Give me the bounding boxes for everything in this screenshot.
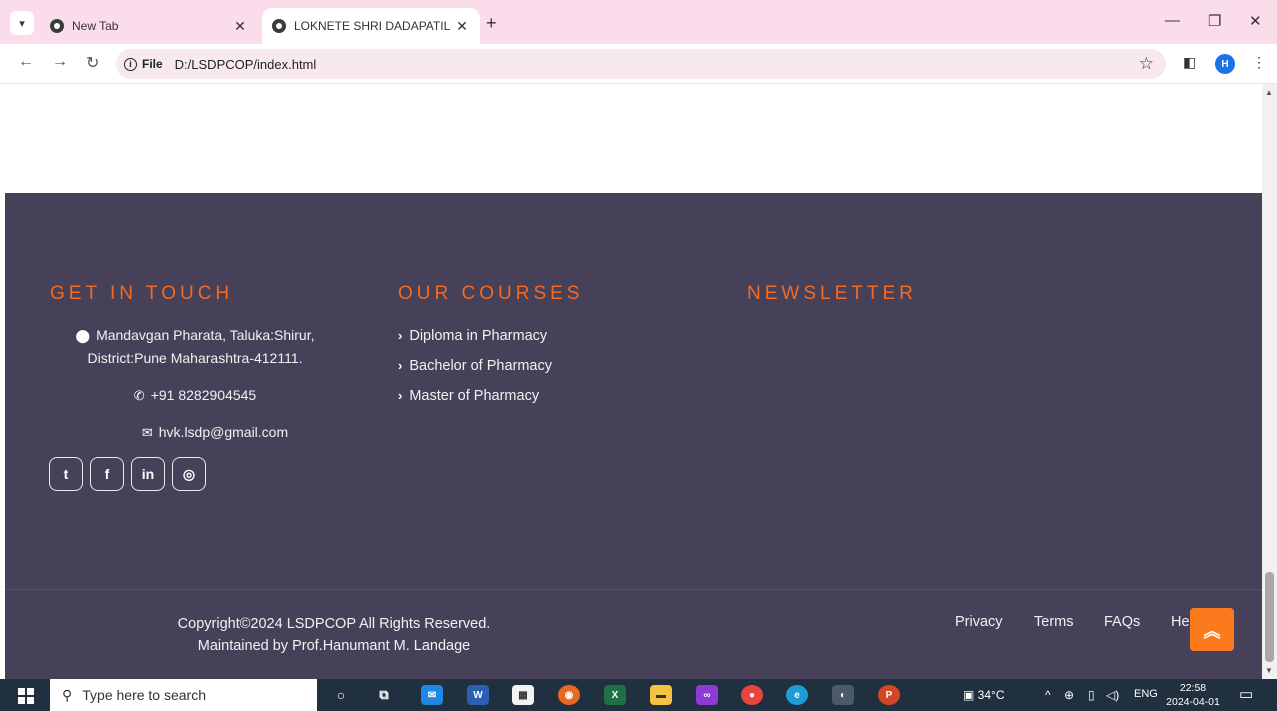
- temperature-text: 34°C: [977, 688, 1005, 702]
- maintainer-text: Maintained by Prof.Hanumant M. Landage: [197, 638, 471, 654]
- reload-icon[interactable]: ↻: [86, 53, 99, 73]
- language-indicator[interactable]: ENG: [1134, 688, 1158, 700]
- tab-lsdpcop[interactable]: LOKNETE SHRI DADAPATIL PHA ✕: [262, 8, 480, 44]
- battery-icon[interactable]: ▯: [1088, 688, 1095, 702]
- notification-icon[interactable]: ▭: [1239, 685, 1253, 703]
- copyright-block: Copyright©2024 LSDPCOP All Rights Reserv…: [125, 613, 543, 657]
- back-arrow-icon[interactable]: ←: [18, 53, 34, 71]
- phone-text: +91 8282904545: [150, 387, 257, 403]
- footer-link-privacy[interactable]: Privacy: [955, 614, 1003, 630]
- scroll-up-arrow-icon[interactable]: ▲: [1265, 88, 1273, 97]
- course-link-master[interactable]: › Master of Pharmacy: [398, 388, 539, 404]
- instagram-icon[interactable]: ◎: [172, 457, 206, 491]
- footer-link-faqs[interactable]: FAQs: [1104, 614, 1140, 630]
- scroll-down-arrow-icon[interactable]: ▼: [1265, 666, 1273, 675]
- word-icon[interactable]: W: [467, 685, 489, 705]
- phone-line: ✆ +91 8282904545: [45, 387, 345, 404]
- page-scrollbar[interactable]: ▲ ▼: [1262, 84, 1277, 679]
- facebook-icon[interactable]: f: [90, 457, 124, 491]
- weather-widget[interactable]: ▣ 34°C: [963, 688, 1004, 702]
- address-bar[interactable]: i File D:/LSDPCOP/index.html ☆: [116, 49, 1166, 79]
- globe-icon: [272, 19, 286, 33]
- close-icon[interactable]: ✕: [230, 18, 250, 35]
- course-link-diploma[interactable]: › Diploma in Pharmacy: [398, 328, 547, 344]
- new-tab-plus-icon[interactable]: +: [486, 13, 497, 34]
- tab-search-chevron-icon[interactable]: ▾: [10, 11, 34, 35]
- footer-link-help[interactable]: He: [1171, 614, 1190, 630]
- email-line: ✉ hvk.lsdp@gmail.com: [65, 424, 365, 441]
- chrome-taskbar-icon[interactable]: ●: [741, 685, 763, 705]
- app-icon[interactable]: ∞: [696, 685, 718, 705]
- address-line-2: District:Pune Maharashtra-412111.: [87, 350, 303, 366]
- edge-icon[interactable]: e: [786, 685, 808, 705]
- minimize-icon[interactable]: —: [1165, 12, 1180, 29]
- file-explorer-icon[interactable]: ▬: [650, 685, 672, 705]
- file-chip-label: File: [142, 57, 163, 71]
- course-label: Diploma in Pharmacy: [409, 328, 548, 344]
- linkedin-icon[interactable]: in: [131, 457, 165, 491]
- scrollbar-thumb[interactable]: [1265, 572, 1274, 662]
- map-marker-icon: ⬤: [75, 328, 91, 343]
- windows-taskbar: ⚲ Type here to search ○ ⧉ ✉ W ▦ ◉ X ▬ ∞ …: [0, 679, 1277, 711]
- profile-avatar[interactable]: H: [1215, 54, 1235, 74]
- network-globe-icon[interactable]: ⊕: [1064, 688, 1074, 702]
- chevron-right-icon: ›: [398, 328, 403, 343]
- tray-chevron-up-icon[interactable]: ^: [1045, 688, 1051, 702]
- site-info-chip[interactable]: i File: [124, 57, 163, 71]
- twitter-icon[interactable]: t: [49, 457, 83, 491]
- copyright-text: Copyright©2024 LSDPCOP All Rights Reserv…: [177, 616, 491, 632]
- tab-title: LOKNETE SHRI DADAPATIL PHA: [294, 19, 452, 33]
- store-icon[interactable]: ▦: [512, 685, 534, 705]
- windows-start-icon[interactable]: [18, 688, 34, 704]
- taskbar-clock[interactable]: 22:58 2024-04-01: [1164, 681, 1222, 709]
- course-label: Master of Pharmacy: [409, 388, 540, 404]
- our-courses-heading: OUR COURSES: [398, 283, 584, 304]
- phone-icon: ✆: [133, 388, 145, 403]
- task-view-icon[interactable]: ⧉: [373, 685, 395, 705]
- address-text-1: Mandavgan Pharata, Taluka:Shirur,: [96, 327, 315, 343]
- chrome-icon: [50, 19, 64, 33]
- course-link-bachelor[interactable]: › Bachelor of Pharmacy: [398, 358, 552, 374]
- back-to-top-button[interactable]: ︽: [1190, 608, 1234, 651]
- close-icon[interactable]: ✕: [452, 18, 472, 35]
- info-icon: i: [124, 57, 137, 71]
- page-viewport: GET IN TOUCH ⬤ Mandavgan Pharata, Taluka:…: [0, 84, 1262, 679]
- search-icon: ⚲: [62, 686, 73, 703]
- email-text: hvk.lsdp@gmail.com: [158, 424, 289, 440]
- tab-new-tab[interactable]: New Tab ✕: [42, 8, 258, 44]
- address-line-1: ⬤ Mandavgan Pharata, Taluka:Shirur,: [45, 327, 345, 344]
- clock-date: 2024-04-01: [1166, 696, 1220, 708]
- restore-icon[interactable]: ❐: [1208, 12, 1221, 30]
- chevron-right-icon: ›: [398, 358, 403, 373]
- browser-toolbar: ← → ↻ i File D:/LSDPCOP/index.html ☆ ◧ H…: [0, 44, 1277, 84]
- weather-icon: ▣: [963, 688, 978, 702]
- get-in-touch-heading: GET IN TOUCH: [50, 283, 234, 304]
- course-label: Bachelor of Pharmacy: [409, 358, 552, 374]
- chevron-right-icon: ›: [398, 388, 403, 403]
- clock-time: 22:58: [1179, 682, 1207, 694]
- footer-link-terms[interactable]: Terms: [1034, 614, 1073, 630]
- bookmark-star-icon[interactable]: ☆: [1139, 54, 1154, 74]
- excel-icon[interactable]: X: [604, 685, 626, 705]
- site-footer: GET IN TOUCH ⬤ Mandavgan Pharata, Taluka:…: [5, 193, 1262, 679]
- newsletter-heading: NEWSLETTER: [747, 283, 917, 304]
- mail-icon[interactable]: ✉: [421, 685, 443, 705]
- double-chevron-up-icon: ︽: [1203, 622, 1221, 641]
- cortana-icon[interactable]: ○: [330, 685, 352, 705]
- envelope-icon: ✉: [141, 425, 153, 440]
- taskbar-search-box[interactable]: ⚲ Type here to search: [50, 679, 317, 711]
- footer-divider: [5, 589, 1262, 590]
- chrome-profile-icon[interactable]: ◐: [832, 685, 854, 705]
- url-text[interactable]: D:/LSDPCOP/index.html: [175, 57, 317, 72]
- search-placeholder: Type here to search: [82, 687, 207, 703]
- volume-icon[interactable]: ◁): [1106, 688, 1119, 702]
- kebab-menu-icon[interactable]: ⋮: [1252, 54, 1266, 71]
- forward-arrow-icon[interactable]: →: [52, 53, 68, 71]
- tab-title: New Tab: [72, 19, 119, 33]
- firefox-icon[interactable]: ◉: [558, 685, 580, 705]
- window-close-icon[interactable]: ✕: [1249, 12, 1262, 30]
- side-panel-icon[interactable]: ◧: [1183, 54, 1196, 71]
- browser-tab-strip: ▾ New Tab ✕ LOKNETE SHRI DADAPATIL PHA ✕…: [0, 0, 1277, 44]
- powerpoint-icon[interactable]: P: [878, 685, 900, 705]
